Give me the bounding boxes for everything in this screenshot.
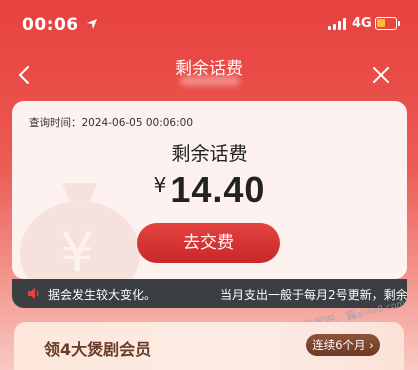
balance-card: ¥ 查询时间：2024-06-05 00:06:00 剩余话费 ¥14.40 去…: [12, 101, 407, 279]
network-type: 4G: [352, 16, 372, 31]
balance-title: 剩余话费: [171, 143, 248, 165]
currency-symbol: ¥: [153, 173, 167, 197]
query-time: 查询时间：2024-06-05 00:06:00: [29, 117, 194, 129]
amount-value: 14.40: [170, 169, 266, 210]
cellular-signal-icon: [328, 18, 348, 30]
location-arrow-icon: [87, 19, 97, 29]
status-bar: 00:06 4G: [0, 0, 418, 52]
notice-bar: 据会发生较大变化。 当月支出一般于每月2号更新，剩余: [12, 279, 407, 308]
pay-button[interactable]: 去交费: [137, 223, 280, 263]
close-icon[interactable]: [370, 64, 392, 86]
balance-amount: ¥14.40: [12, 169, 407, 211]
speaker-icon: [28, 288, 39, 299]
promo-button[interactable]: 连续6个月 ›: [306, 334, 380, 356]
battery-charging-icon: [375, 17, 400, 30]
blurred-subtitle: [180, 76, 240, 86]
promo-title: 领4大煲剧会员: [44, 340, 152, 359]
notice-text-marquee: 当月支出一般于每月2号更新，剩余: [220, 288, 407, 302]
notice-text: 据会发生较大变化。: [48, 288, 157, 302]
svg-text:¥: ¥: [60, 221, 94, 279]
promo-card[interactable]: 领4大煲剧会员 连续6个月 ›: [14, 322, 404, 370]
nav-header: 剩余话费: [0, 50, 418, 100]
status-time: 00:06: [22, 15, 79, 35]
